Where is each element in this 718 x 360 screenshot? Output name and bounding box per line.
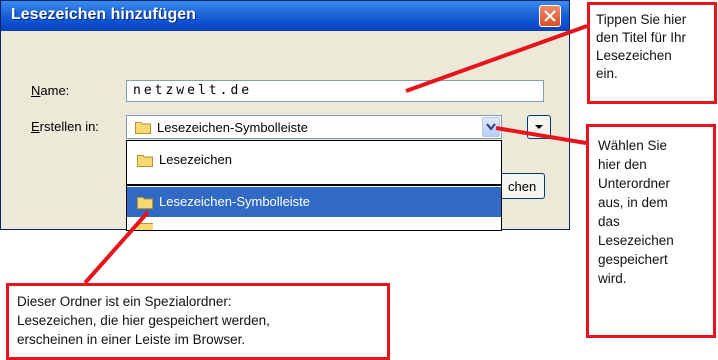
dropdown-arrow-button[interactable]	[482, 117, 500, 137]
callout-line: ein.	[596, 66, 618, 81]
folder-icon	[137, 197, 153, 209]
folder-select[interactable]: Lesezeichen-Symbolleiste	[126, 115, 502, 139]
chevron-down-icon	[535, 125, 543, 129]
callout-line: Tippen Sie hier	[596, 12, 687, 27]
callout-line: aus, in dem	[598, 195, 668, 210]
partial-button-label: chen	[508, 179, 537, 194]
close-icon	[544, 10, 556, 22]
partial-button[interactable]: chen	[497, 173, 545, 199]
callout-line: Unterordner	[598, 176, 671, 191]
callout-line: Dieser Ordner ist ein Spezialordner:	[17, 294, 232, 309]
callout-line: Lesezeichen	[596, 48, 672, 63]
callout-line: Wählen Sie	[598, 138, 668, 153]
dialog-title: Lesezeichen hinzufügen	[11, 6, 196, 23]
name-label: Name:	[31, 83, 70, 98]
add-bookmark-dialog: Lesezeichen hinzufügen Name: netzwelt.de…	[0, 0, 570, 231]
folder-icon	[137, 155, 153, 167]
folder-icon	[135, 122, 151, 134]
expand-button[interactable]	[527, 115, 551, 139]
chevron-down-icon	[486, 123, 496, 131]
callout-line: den Titel für Ihr	[596, 30, 687, 45]
close-button[interactable]	[539, 5, 561, 27]
callout-line: Lesezeichen	[598, 233, 674, 248]
callout-line: erscheinen in einer Leiste im Browser.	[17, 332, 246, 347]
callout-line: das	[598, 214, 620, 229]
name-input[interactable]: netzwelt.de	[126, 80, 544, 102]
dropdown-item-bookmarks[interactable]: Lesezeichen	[127, 145, 501, 175]
title-hint-callout: Tippen Sie hier den Titel für Ihr Leseze…	[587, 2, 717, 104]
dropdown-separator	[127, 184, 501, 186]
folder-label: Erstellen in:	[31, 119, 99, 134]
folder-select-value: Lesezeichen-Symbolleiste	[157, 120, 309, 135]
folder-dropdown-list: Lesezeichen Lesezeichen-Symbolleiste	[126, 140, 502, 231]
folder-icon	[137, 223, 153, 230]
callout-line: Lesezeichen, die hier gespeichert werden…	[17, 313, 270, 328]
folder-hint-callout: Wählen Sie hier den Unterordner aus, in …	[586, 124, 716, 338]
dropdown-item-bookmarks-toolbar[interactable]: Lesezeichen-Symbolleiste	[127, 187, 501, 217]
callout-line: hier den	[598, 157, 647, 172]
dropdown-item-label: Lesezeichen-Symbolleiste	[159, 194, 311, 209]
callout-line: wird.	[598, 271, 627, 286]
title-bar[interactable]: Lesezeichen hinzufügen	[1, 1, 569, 31]
dropdown-item-label: Lesezeichen	[159, 152, 232, 167]
special-folder-callout: Dieser Ordner ist ein Spezialordner: Les…	[6, 283, 390, 360]
callout-line: gespeichert	[598, 252, 668, 267]
